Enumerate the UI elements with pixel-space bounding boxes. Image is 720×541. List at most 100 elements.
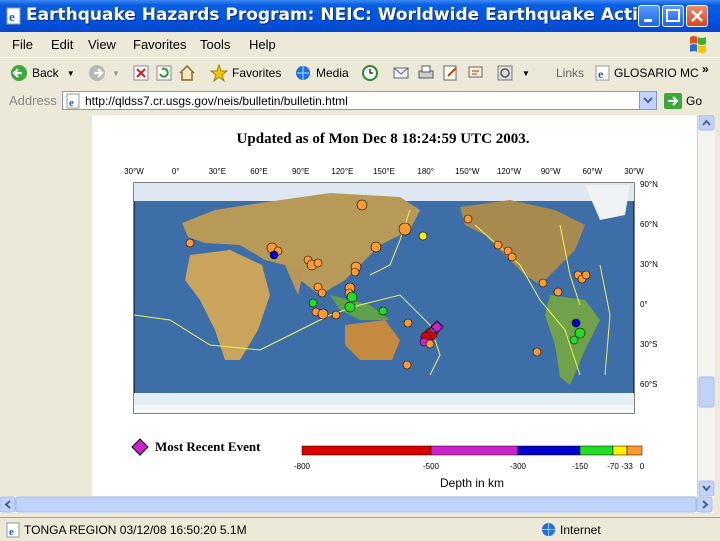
latitude-labels: 90°N 60°N 30°N 0° 30°S 60°S [640, 180, 658, 389]
favorites-button[interactable]: Favorites [210, 62, 281, 84]
stop-icon [133, 65, 149, 81]
maximize-icon [666, 9, 680, 22]
longitude-label: 120°W [497, 167, 522, 176]
longitude-label: 30°W [124, 167, 144, 176]
back-dropdown-icon[interactable]: ▼ [67, 69, 75, 78]
earthquake-marker [185, 238, 195, 248]
address-url: http://qldss7.cr.usgs.gov/neis/bulletin/… [85, 94, 348, 108]
menu-help[interactable]: Help [249, 37, 276, 52]
earthquake-marker [507, 252, 517, 262]
internet-zone-icon [541, 522, 556, 537]
messenger-button[interactable]: ▼ [496, 62, 530, 84]
earthquake-marker [571, 318, 581, 328]
minimize-icon [644, 19, 652, 22]
forward-button[interactable]: ▼ [88, 62, 120, 84]
earthquake-marker [403, 318, 413, 328]
most-recent-event-legend-marker [131, 438, 149, 456]
depth-title: Depth in km [440, 476, 504, 490]
depth-color-bar [301, 445, 643, 456]
media-button[interactable]: Media [294, 62, 349, 84]
stop-button[interactable] [132, 62, 150, 84]
home-icon [179, 64, 195, 81]
refresh-button[interactable] [155, 62, 173, 84]
earthquake-marker [313, 258, 323, 268]
minimize-button[interactable] [638, 5, 660, 27]
close-button[interactable] [686, 5, 708, 27]
horizontal-scrollbar[interactable] [0, 496, 714, 513]
depth-tick-label: -500 [423, 462, 440, 471]
address-label: Address [9, 93, 57, 108]
updated-heading: Updated as of Mon Dec 8 18:24:59 UTC 200… [237, 131, 530, 147]
home-button[interactable] [178, 62, 196, 84]
star-icon [210, 64, 228, 82]
depth-tick-label: -800 [294, 462, 311, 471]
back-button[interactable]: Back ▼ [10, 62, 75, 84]
earthquake-marker [350, 267, 360, 277]
earthquake-map-page: Updated as of Mon Dec 8 18:24:59 UTC 200… [124, 131, 658, 490]
go-arrow-icon [664, 93, 682, 109]
longitude-label: 90°W [541, 167, 561, 176]
mail-button[interactable] [392, 62, 410, 84]
longitude-label: 150°W [455, 167, 480, 176]
antarctica-landmass [134, 405, 634, 413]
windows-logo-icon [690, 36, 706, 53]
title-bar: e Earthquake Hazards Program: NEIC: Worl… [0, 0, 720, 32]
svg-text:e: e [598, 67, 604, 81]
address-dropdown-button[interactable] [639, 92, 656, 109]
depth-tick-label: -33 [621, 462, 633, 471]
longitude-label: 30°E [209, 167, 226, 176]
earthquake-marker [356, 199, 368, 211]
go-label: Go [686, 94, 703, 108]
print-button[interactable] [417, 62, 435, 84]
menu-file[interactable]: File [12, 37, 33, 52]
depth-tick-label: -150 [572, 462, 589, 471]
link-glosario[interactable]: e GLOSARIO MC [594, 62, 699, 84]
ie-page-icon: e [6, 7, 21, 25]
mail-icon [393, 67, 409, 79]
page-icon: e [66, 93, 80, 109]
depth-bar-segment [579, 445, 614, 456]
standard-toolbar: Back ▼ ▼ Favorites Media ▼ Links e GLOSA… [0, 57, 720, 89]
security-zone-label: Internet [560, 523, 601, 537]
menu-tools[interactable]: Tools [200, 37, 230, 52]
earthquake-marker [378, 306, 388, 316]
links-overflow-icon[interactable]: » [702, 58, 709, 80]
earthquake-marker [370, 241, 382, 253]
earthquake-marker [553, 287, 563, 297]
latitude-label: 90°N [640, 180, 658, 189]
media-label: Media [316, 66, 349, 80]
longitude-label: 90°E [292, 167, 309, 176]
page-status-icon: e [6, 522, 20, 538]
longitude-label: 60°W [583, 167, 603, 176]
history-button[interactable] [361, 62, 379, 84]
svg-text:e: e [9, 9, 15, 24]
window-title: Earthquake Hazards Program: NEIC: Worldw… [26, 5, 658, 25]
earthquake-marker [581, 270, 591, 280]
world-map[interactable] [133, 182, 635, 414]
earthquake-marker [493, 240, 503, 250]
print-icon [418, 65, 434, 79]
address-input[interactable]: e http://qldss7.cr.usgs.gov/neis/bulleti… [62, 91, 657, 110]
go-button[interactable]: Go [664, 93, 702, 109]
edit-button[interactable] [442, 62, 460, 84]
longitude-label: 180° [417, 167, 434, 176]
menu-favorites[interactable]: Favorites [133, 37, 186, 52]
earthquake-marker [418, 231, 428, 241]
refresh-icon [156, 65, 172, 81]
ie-link-icon: e [595, 65, 610, 81]
earthquake-marker [402, 360, 412, 370]
latitude-label: 60°N [640, 220, 658, 229]
depth-bar-segment [612, 445, 628, 456]
menu-view[interactable]: View [88, 37, 116, 52]
back-arrow-icon [11, 65, 27, 81]
tools-dropdown-icon[interactable]: ▼ [522, 69, 530, 78]
discuss-button[interactable] [467, 62, 485, 84]
earthquake-marker [538, 278, 548, 288]
earthquake-marker [532, 347, 542, 357]
maximize-button[interactable] [662, 5, 684, 27]
forward-dropdown-icon[interactable]: ▼ [112, 69, 120, 78]
vertical-scrollbar[interactable] [697, 114, 715, 497]
depth-bar-segment [626, 445, 643, 456]
menu-edit[interactable]: Edit [51, 37, 73, 52]
history-icon [362, 65, 378, 81]
